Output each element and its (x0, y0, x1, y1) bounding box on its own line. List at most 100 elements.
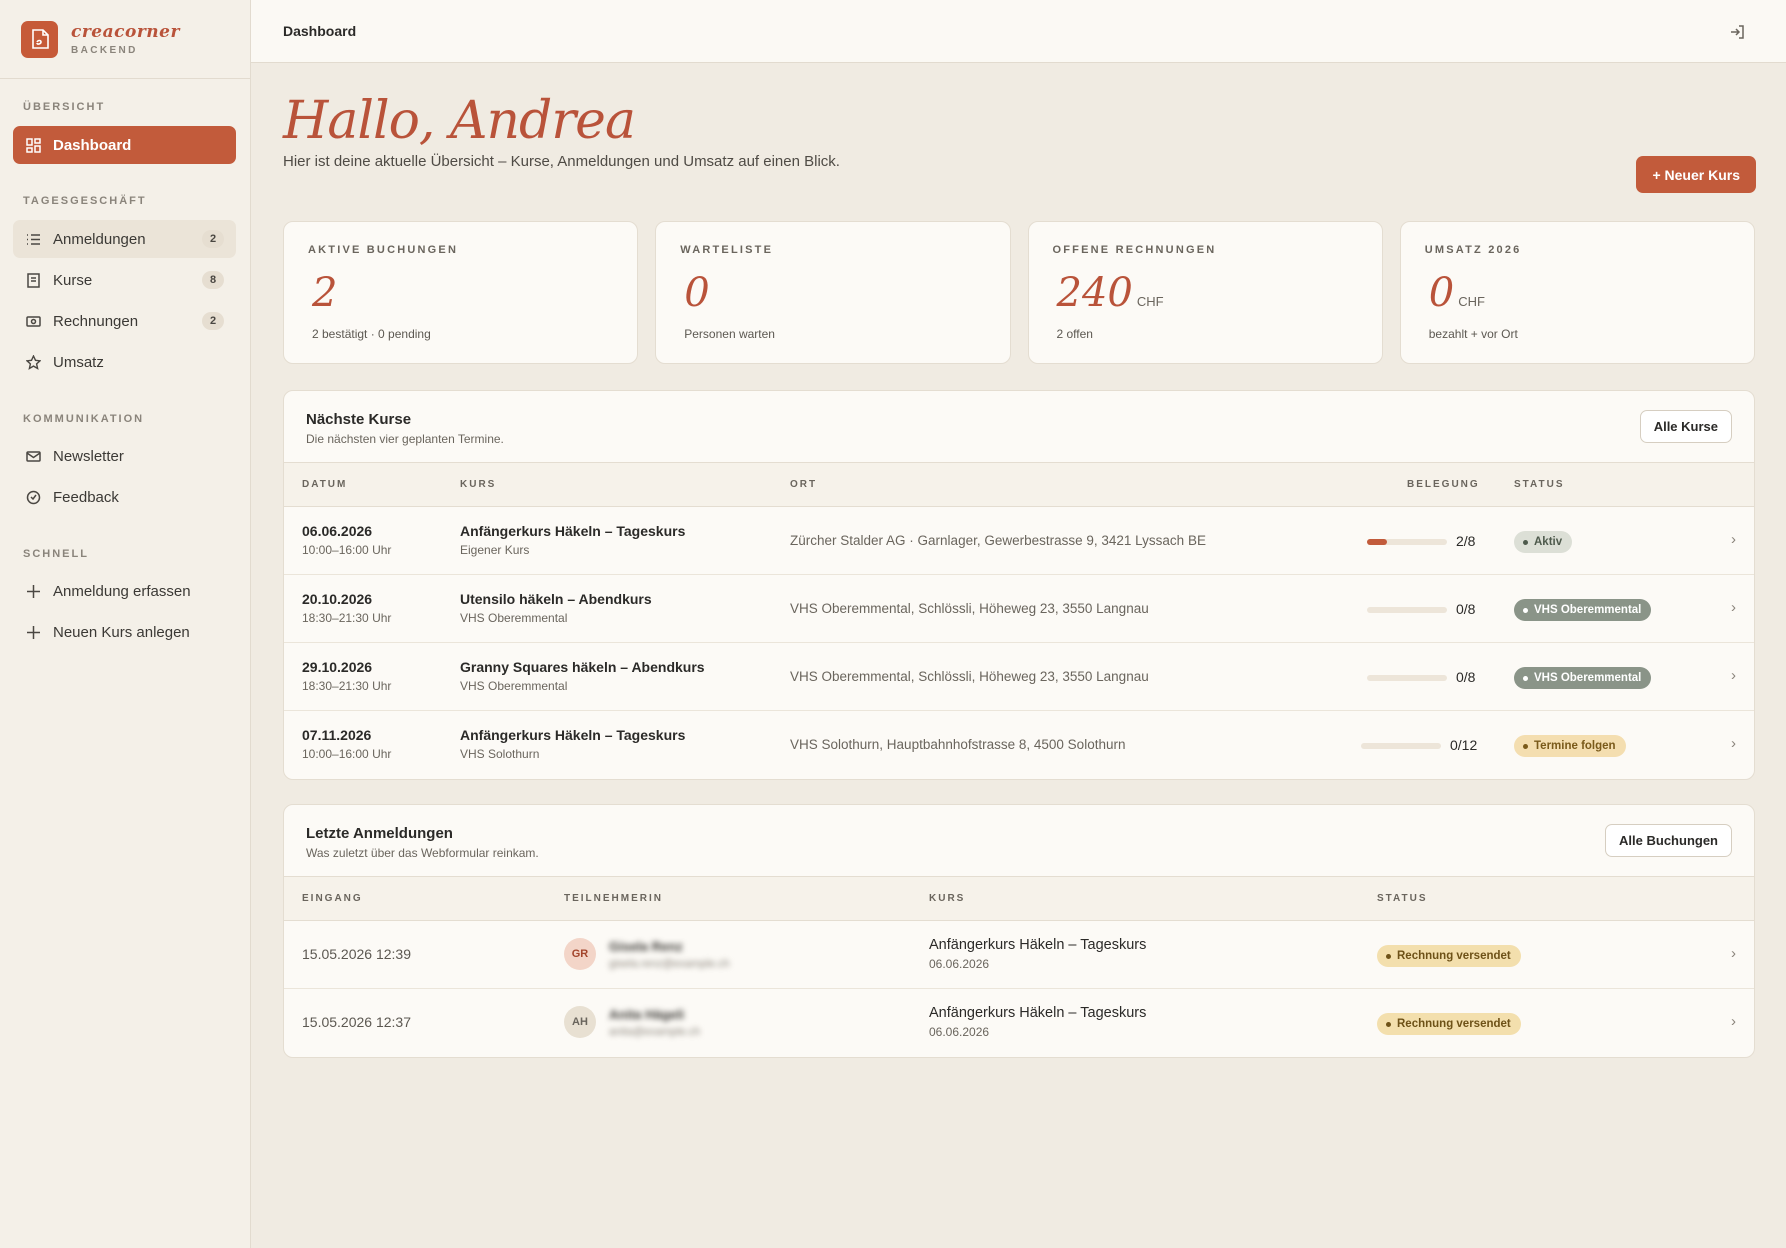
course-date: 06.06.2026 (929, 1025, 990, 1039)
chevron-right-icon[interactable]: › (1731, 945, 1736, 962)
sidebar-item-label: Anmeldungen (53, 230, 146, 248)
sidebar-item-feedback[interactable]: Feedback (13, 478, 236, 516)
avatar: GR (564, 938, 596, 970)
kpi-subtext: Personen warten (684, 327, 775, 341)
nav-section-schnell: SCHNELL (23, 548, 89, 560)
kpi-card-aktive-buchungen: AKTIVE BUCHUNGEN 2 2 bestätigt · 0 pendi… (283, 221, 639, 364)
status-badge: Aktiv (1514, 531, 1573, 553)
table-row[interactable]: 29.10.2026 18:30–21:30 Uhr Granny Squares … (284, 643, 1754, 711)
kpi-unit: CHF (1458, 294, 1485, 309)
chevron-right-icon[interactable]: › (1731, 735, 1736, 752)
sidebar: creacorner BACKEND ÜBERSICHT Dashboard T… (0, 0, 251, 1248)
sidebar-item-label: Kurse (53, 271, 93, 289)
count-badge: 2 (202, 312, 224, 330)
table-row[interactable]: 06.06.2026 10:00–16:00 Uhr Anfängerkurs Hä… (284, 507, 1754, 575)
table-header: DATUM KURS ORT BELEGUNG STATUS (284, 463, 1754, 507)
kpi-unit: CHF (1136, 294, 1164, 309)
course-location: Zürcher Stalder AG · Garnlager, Gewerbes… (790, 533, 1206, 548)
sidebar-item-dashboard[interactable]: Dashboard (13, 126, 236, 164)
course-location: VHS Solothurn, Hauptbahnhofstrasse 8, 45… (790, 737, 1126, 752)
kpi-value: 240 (1056, 270, 1133, 316)
course-organizer: VHS Oberemmental (460, 679, 568, 693)
kpi-label: WARTELISTE (680, 244, 774, 256)
kpi-value: 0 (684, 270, 710, 316)
course-name: Anfängerkurs Häkeln – Tageskurs (460, 727, 686, 743)
panel-title: Nächste Kurse (306, 411, 412, 428)
next-courses-panel: Nächste Kurse Die nächsten vier geplante… (283, 390, 1755, 780)
course-organizer: VHS Oberemmental (460, 611, 568, 625)
course-time: 18:30–21:30 Uhr (302, 611, 392, 625)
course-time: 18:30–21:30 Uhr (302, 679, 392, 693)
table-row[interactable]: 07.11.2026 10:00–16:00 Uhr Anfängerkurs Hä… (284, 711, 1754, 779)
sidebar-item-rechnungen[interactable]: Rechnungen 2 (13, 302, 236, 340)
chevron-right-icon[interactable]: › (1731, 599, 1736, 616)
banknote-icon (25, 313, 41, 329)
occupancy-bar (1367, 675, 1447, 681)
all-bookings-button[interactable]: Alle Buchungen (1605, 824, 1732, 857)
received-timestamp: 15.05.2026 12:37 (302, 1014, 411, 1030)
count-badge: 2 (202, 230, 224, 248)
grid-icon (25, 137, 41, 153)
count-badge: 8 (202, 271, 224, 289)
occupancy-count: 0/8 (1456, 601, 1476, 617)
document-icon (25, 272, 41, 288)
sidebar-item-label: Umsatz (53, 353, 104, 371)
participant-email: gisela.renz@example.ch (609, 958, 730, 970)
sidebar-item-label: Rechnungen (53, 312, 139, 330)
kpi-label: UMSATZ 2026 (1424, 244, 1522, 256)
chevron-right-icon[interactable]: › (1731, 531, 1736, 548)
occupancy-bar (1367, 539, 1447, 545)
avatar: AH (564, 1006, 596, 1038)
brand-name: creacorner (71, 22, 180, 42)
sidebar-item-kurse[interactable]: Kurse 8 (13, 261, 236, 299)
column-header-status: STATUS (1514, 479, 1565, 490)
course-date: 29.10.2026 (302, 659, 373, 675)
chevron-right-icon[interactable]: › (1731, 1013, 1736, 1030)
column-header-belegung: BELEGUNG (1407, 479, 1480, 490)
received-timestamp: 15.05.2026 12:39 (302, 946, 411, 962)
status-badge: VHS Oberemmental (1514, 667, 1652, 689)
kpi-card-warteliste: WARTELISTE 0 Personen warten (655, 221, 1011, 364)
column-header-teilnehmerin: TEILNEHMERIN (564, 893, 663, 904)
logout-icon[interactable] (1728, 23, 1746, 41)
sidebar-item-anmeldung-erfassen[interactable]: Anmeldung erfassen (13, 572, 236, 610)
greeting: Hallo, Andrea (283, 91, 636, 151)
occupancy-count: 0/8 (1456, 669, 1476, 685)
nav-section-tagesgeschaeft: TAGESGESCHÄFT (23, 195, 147, 207)
table-row[interactable]: 15.05.2026 12:39 GR Gisela Renz gisela.renz… (284, 921, 1754, 989)
course-date: 07.11.2026 (302, 727, 372, 743)
nav-section-uebersicht: ÜBERSICHT (23, 101, 106, 113)
sidebar-item-newsletter[interactable]: Newsletter (13, 437, 236, 475)
kpi-value: 2 (312, 270, 338, 316)
participant-name: Gisela Renz (609, 939, 683, 954)
new-course-button[interactable]: + Neuer Kurs (1636, 156, 1756, 193)
sidebar-item-umsatz[interactable]: Umsatz (13, 343, 236, 381)
chevron-right-icon[interactable]: › (1731, 667, 1736, 684)
nav-section-kommunikation: KOMMUNIKATION (23, 413, 145, 425)
column-header-ort: ORT (790, 479, 818, 490)
panel-title: Letzte Anmeldungen (306, 825, 453, 842)
course-name: Granny Squares häkeln – Abendkurs (460, 659, 705, 675)
course-date: 06.06.2026 (302, 523, 373, 539)
table-row[interactable]: 15.05.2026 12:37 AH Anita Hägeli anita@exam… (284, 989, 1754, 1057)
panel-subtitle: Was zuletzt über das Webformular reinkam… (306, 846, 539, 860)
table-row[interactable]: 20.10.2026 18:30–21:30 Uhr Utensilo häkeln… (284, 575, 1754, 643)
occupancy-bar (1367, 607, 1447, 613)
sidebar-item-neuen-kurs-anlegen[interactable]: Neuen Kurs anlegen (13, 613, 236, 651)
column-header-eingang: EINGANG (302, 893, 363, 904)
occupancy-bar-fill (1367, 539, 1387, 545)
table-header: EINGANG TEILNEHMERIN KURS STATUS (284, 877, 1754, 921)
status-badge: Rechnung versendet (1377, 1013, 1521, 1035)
course-organizer: Eigener Kurs (460, 543, 530, 557)
sidebar-item-anmeldungen[interactable]: Anmeldungen 2 (13, 220, 236, 258)
all-courses-button[interactable]: Alle Kurse (1639, 410, 1732, 443)
kpi-label: OFFENE RECHNUNGEN (1052, 244, 1217, 256)
plus-icon (25, 583, 41, 599)
course-date: 06.06.2026 (929, 957, 990, 971)
column-header-kurs: KURS (929, 893, 966, 904)
kpi-subtext: 2 offen (1056, 327, 1093, 341)
course-name: Anfängerkurs Häkeln – Tageskurs (929, 1005, 1147, 1021)
plus-icon (25, 624, 41, 640)
brand[interactable]: creacorner BACKEND (0, 0, 250, 79)
kpi-subtext: 2 bestätigt · 0 pending (312, 327, 431, 341)
